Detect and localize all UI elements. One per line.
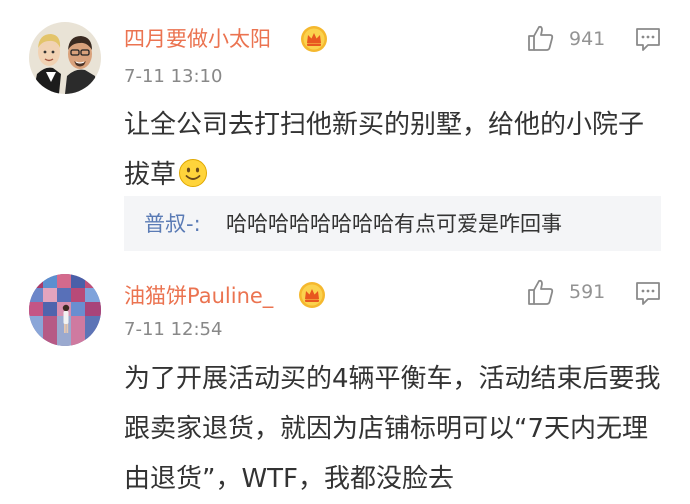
- username[interactable]: 油猫饼Pauline_: [124, 283, 273, 309]
- comment-bubble-icon[interactable]: [634, 279, 662, 307]
- reply-preview[interactable]: 普叔-: 哈哈哈哈哈哈哈哈有点可爱是咋回事: [124, 196, 661, 251]
- vip-crown-badge-icon[interactable]: [300, 25, 328, 53]
- bottom-fade-overlay: [440, 440, 690, 487]
- comment-item: 四月要做小太阳 7-11 13:10 941 让全公司去打扫他新买的别墅，给他的…: [0, 0, 690, 268]
- reply-author[interactable]: 普叔-:: [144, 210, 201, 238]
- smile-emoji-icon: [179, 159, 208, 187]
- user-avatar[interactable]: [29, 22, 101, 94]
- reply-text: 哈哈哈哈哈哈哈哈有点可爱是咋回事: [226, 212, 562, 236]
- username[interactable]: 四月要做小太阳: [124, 26, 271, 52]
- user-avatar[interactable]: [29, 274, 101, 346]
- comment-timestamp: 7-11 12:54: [124, 319, 223, 340]
- vip-crown-badge-icon[interactable]: [298, 281, 326, 309]
- avatar-illustration: [29, 22, 101, 94]
- thumbs-up-icon[interactable]: [525, 23, 555, 53]
- comment-bubble-icon[interactable]: [634, 25, 662, 53]
- thumbs-up-icon[interactable]: [525, 277, 555, 307]
- like-count: 591: [569, 281, 606, 303]
- comment-timestamp: 7-11 13:10: [124, 66, 223, 87]
- like-count: 941: [569, 28, 606, 50]
- avatar-photo: [29, 274, 101, 346]
- comment-content: 让全公司去打扫他新买的别墅，给他的小院子拔草: [124, 100, 669, 200]
